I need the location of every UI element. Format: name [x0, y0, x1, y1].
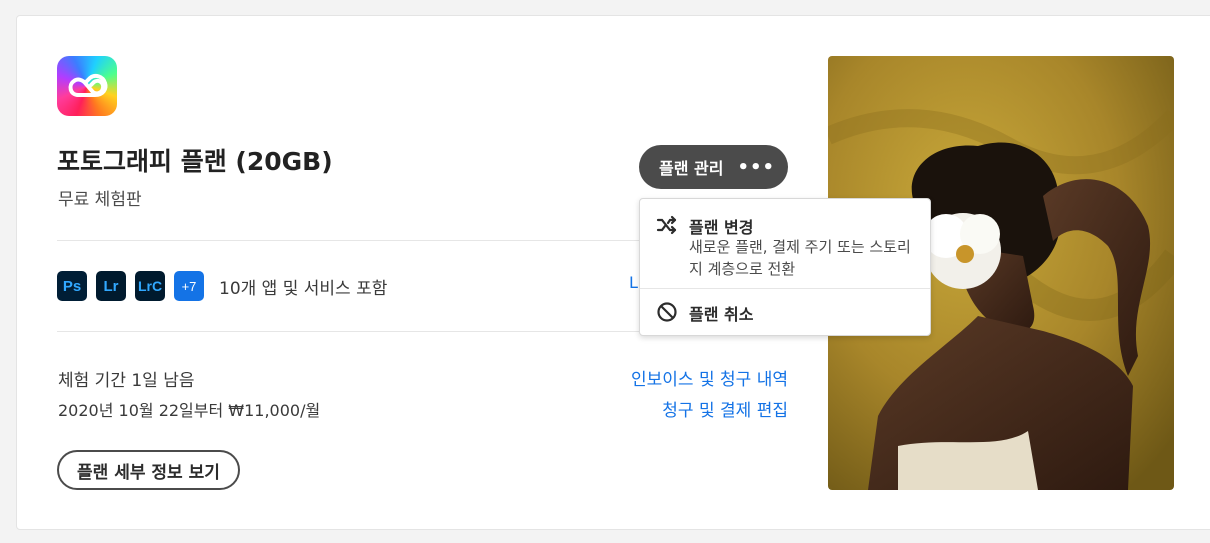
change-plan-label: 플랜 변경	[689, 218, 754, 237]
apps-included-text: 10개 앱 및 서비스 포함	[219, 278, 388, 299]
menu-item-change-plan[interactable]: 플랜 변경 새로운 플랜, 결제 주기 또는 스토리지 계층으로 전환	[640, 199, 930, 289]
plan-subtitle: 무료 체험판	[58, 190, 142, 210]
photoshop-icon: Ps	[57, 271, 87, 301]
invoice-history-link[interactable]: 인보이스 및 청구 내역	[631, 365, 788, 390]
shuffle-icon	[656, 215, 677, 235]
creative-cloud-logo-icon	[57, 56, 117, 116]
more-options-icon: •••	[737, 156, 775, 178]
manage-plan-label: 플랜 관리	[659, 159, 724, 178]
manage-plan-button[interactable]: 플랜 관리 •••	[639, 145, 788, 189]
view-plan-details-button[interactable]: 플랜 세부 정보 보기	[57, 450, 240, 490]
more-apps-badge: +7	[174, 271, 204, 301]
trial-remaining-text: 체험 기간 1일 남음	[58, 371, 195, 391]
cancel-plan-label: 플랜 취소	[689, 305, 754, 324]
included-apps-row: Ps Lr LrC +7 10개 앱 및 서비스 포함	[57, 271, 387, 301]
cancel-circle-icon	[657, 302, 677, 322]
plan-title: 포토그래피 플랜 (20GB)	[57, 147, 333, 176]
menu-item-cancel-plan[interactable]: 플랜 취소	[640, 289, 930, 335]
trial-price-text: 2020년 10월 22일부터 ₩11,000/월	[58, 401, 321, 420]
change-plan-description: 새로운 플랜, 결제 주기 또는 스토리지 계층으로 전환	[689, 238, 911, 278]
manage-plan-menu: 플랜 변경 새로운 플랜, 결제 주기 또는 스토리지 계층으로 전환 플랜 취…	[639, 198, 931, 336]
edit-billing-link[interactable]: 청구 및 결제 편집	[662, 396, 788, 421]
lightroom-classic-icon: LrC	[135, 271, 165, 301]
lightroom-icon: Lr	[96, 271, 126, 301]
apps-link-partial[interactable]: L	[629, 273, 639, 292]
creative-cloud-glyph-icon	[68, 73, 108, 97]
